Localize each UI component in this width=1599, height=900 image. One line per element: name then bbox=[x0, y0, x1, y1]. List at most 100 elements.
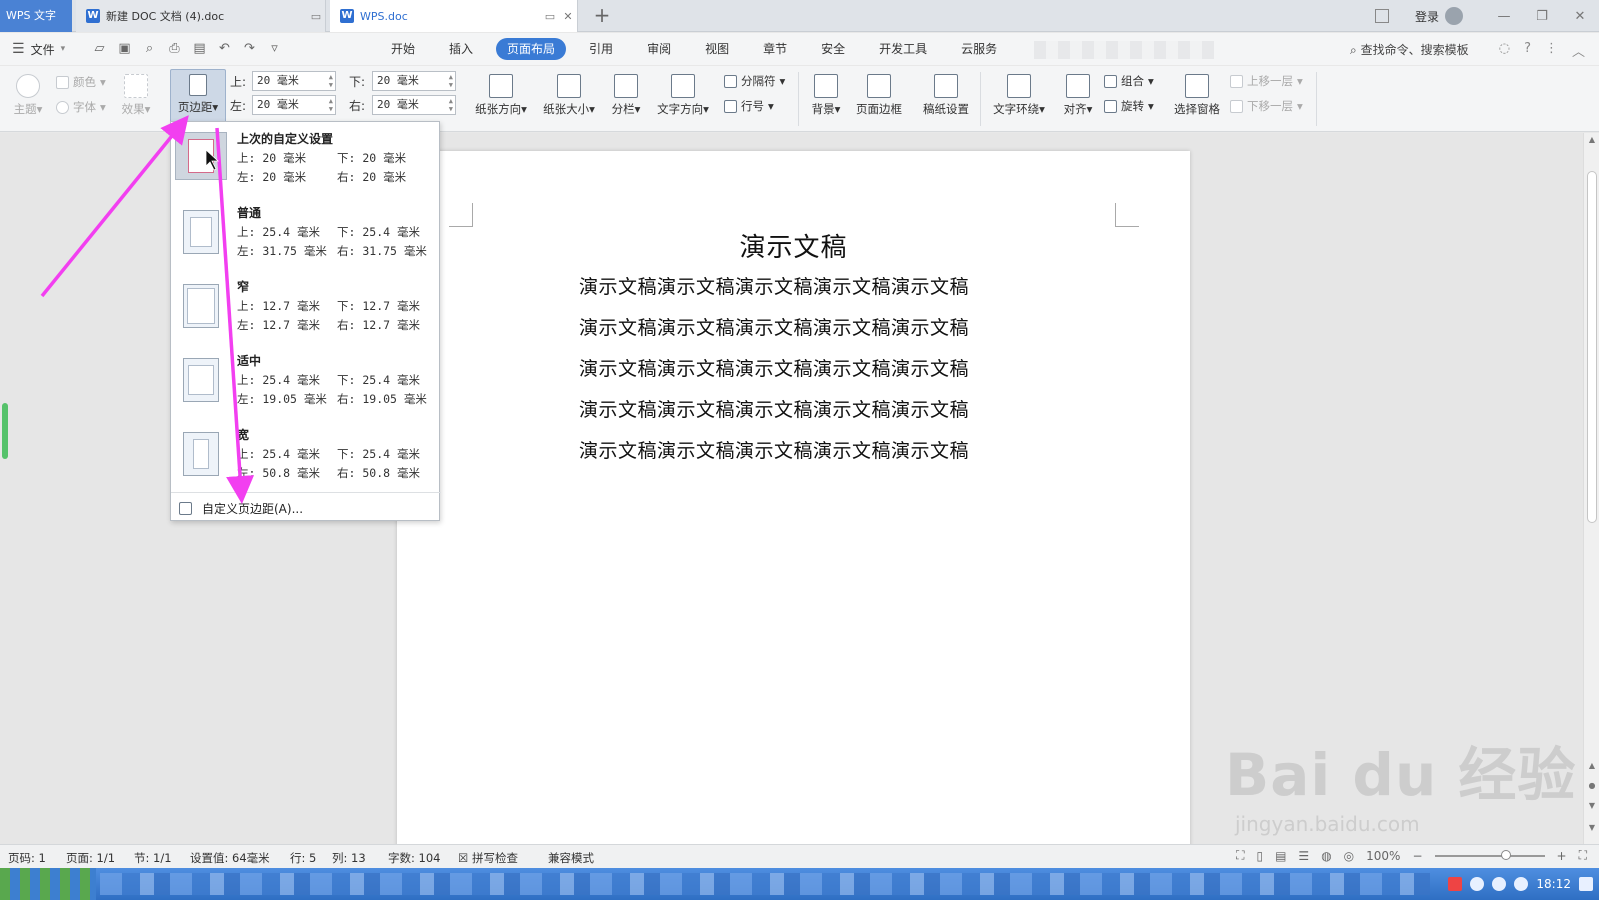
find-icon[interactable]: ⌕ bbox=[142, 41, 157, 56]
margin-preset-moderate[interactable]: 适中 上: 25.4 毫米 下: 25.4 毫米 左: 19.05 毫米 右: … bbox=[171, 344, 441, 418]
theme-button[interactable]: 主题▾ bbox=[10, 74, 46, 117]
background-button[interactable]: 背景▾ bbox=[806, 74, 846, 117]
spinner-icon[interactable]: ▲ ▼ bbox=[449, 73, 453, 89]
tab-insert[interactable]: 插入 bbox=[438, 38, 484, 60]
margin-left-input[interactable]: 20 毫米 ▲ ▼ bbox=[252, 95, 336, 115]
print-icon[interactable]: ⎙ bbox=[167, 41, 182, 56]
clock[interactable]: 18:12 bbox=[1536, 877, 1571, 891]
web-view-icon[interactable]: ◍ bbox=[1321, 849, 1331, 863]
margin-top-input[interactable]: 20 毫米 ▲ ▼ bbox=[252, 71, 336, 91]
print-preview-icon[interactable]: ▤ bbox=[192, 41, 207, 56]
tab-chapter[interactable]: 章节 bbox=[752, 38, 798, 60]
customize-icon[interactable]: ▿ bbox=[267, 41, 282, 56]
qq-icon[interactable] bbox=[1514, 877, 1529, 891]
outline-view-icon[interactable]: ☰ bbox=[1298, 849, 1309, 863]
tab-cloud[interactable]: 云服务 bbox=[950, 38, 1008, 60]
collapse-ribbon-icon[interactable]: ︿ bbox=[1572, 41, 1585, 60]
feedback-icon[interactable]: ◌ bbox=[1499, 41, 1510, 60]
tab-references[interactable]: 引用 bbox=[578, 38, 624, 60]
tab-security[interactable]: 安全 bbox=[810, 38, 856, 60]
taskbar-items[interactable] bbox=[100, 873, 1430, 895]
tab-page-layout[interactable]: 页面布局 bbox=[496, 38, 567, 60]
spinner-icon[interactable]: ▲ ▼ bbox=[329, 73, 333, 89]
status-word-count[interactable]: 字数: 104 bbox=[388, 850, 440, 866]
skin-icon[interactable] bbox=[1374, 9, 1389, 23]
monitor-icon[interactable]: ▭ bbox=[541, 10, 559, 23]
margin-preset-last-custom[interactable]: 上次的自定义设置 上: 20 毫米 下: 20 毫米 左: 20 毫米 右: 2… bbox=[171, 122, 441, 196]
network-icon[interactable] bbox=[1492, 877, 1507, 891]
spinner-icon[interactable]: ▲ ▼ bbox=[329, 97, 333, 113]
text-wrap-button[interactable]: 文字环绕▾ bbox=[988, 74, 1050, 117]
file-menu[interactable]: ☰ 文件 ▾ bbox=[12, 33, 65, 65]
minimize-button[interactable]: — bbox=[1485, 9, 1523, 24]
reading-view-icon[interactable]: ▯ bbox=[1256, 849, 1263, 863]
help-icon[interactable]: ? bbox=[1524, 41, 1531, 60]
margin-preset-narrow[interactable]: 窄 上: 12.7 毫米 下: 12.7 毫米 左: 12.7 毫米 右: 12… bbox=[171, 270, 441, 344]
app-name[interactable]: WPS 文字 bbox=[0, 0, 72, 32]
text-direction-button[interactable]: 文字方向▾ bbox=[652, 74, 714, 117]
tray-arrow-icon[interactable] bbox=[1470, 877, 1485, 891]
scroll-up-icon[interactable]: ▲ bbox=[1584, 761, 1599, 770]
ime-icon[interactable] bbox=[1448, 877, 1463, 891]
send-backward-button[interactable]: 下移一层 ▾ bbox=[1230, 98, 1303, 114]
zoom-out-icon[interactable]: − bbox=[1412, 849, 1422, 863]
tab-review[interactable]: 审阅 bbox=[636, 38, 682, 60]
document-tab-active[interactable]: W WPS.doc ▭ ✕ bbox=[330, 0, 578, 32]
scroll-thumb[interactable] bbox=[1587, 171, 1597, 523]
zoom-slider[interactable] bbox=[1434, 849, 1545, 860]
scroll-circle-icon[interactable]: ● bbox=[1584, 781, 1599, 790]
page-view-icon[interactable]: ▤ bbox=[1275, 849, 1286, 863]
color-button[interactable]: 颜色 ▾ bbox=[56, 74, 106, 90]
effect-button[interactable]: 效果▾ bbox=[118, 74, 154, 117]
save-icon[interactable]: ▣ bbox=[117, 41, 132, 56]
scroll-down-icon[interactable]: ▼ bbox=[1584, 823, 1599, 832]
spell-check-button[interactable]: ☒ 拼写检查 bbox=[458, 850, 518, 866]
bring-forward-button[interactable]: 上移一层 ▾ bbox=[1230, 73, 1303, 89]
tab-home[interactable]: 开始 bbox=[380, 38, 426, 60]
margin-preset-normal[interactable]: 普通 上: 25.4 毫米 下: 25.4 毫米 左: 31.75 毫米 右: … bbox=[171, 196, 441, 270]
new-tab-button[interactable]: + bbox=[590, 4, 614, 28]
margin-bottom-input[interactable]: 20 毫米 ▲ ▼ bbox=[372, 71, 456, 91]
start-button[interactable] bbox=[0, 868, 96, 900]
scroll-down-icon[interactable]: ▼ bbox=[1584, 801, 1599, 810]
rotate-button[interactable]: 旋转 ▾ bbox=[1104, 98, 1154, 114]
breaks-button[interactable]: 分隔符 ▾ bbox=[724, 73, 785, 89]
document-tab-inactive[interactable]: W 新建 DOC 文档 (4).doc ▭ bbox=[76, 0, 326, 32]
login-link[interactable]: 登录 bbox=[1415, 8, 1439, 25]
monitor-icon[interactable]: ▭ bbox=[307, 10, 325, 23]
redo-icon[interactable]: ↷ bbox=[242, 41, 257, 56]
close-window-button[interactable]: ✕ bbox=[1561, 9, 1599, 24]
margins-button[interactable]: 页边距▾ bbox=[170, 69, 226, 126]
group-button[interactable]: 组合 ▾ bbox=[1104, 73, 1154, 89]
status-pages[interactable]: 页面: 1/1 bbox=[66, 850, 115, 866]
line-numbers-button[interactable]: 行号 ▾ bbox=[724, 98, 774, 114]
zoom-level[interactable]: 100% bbox=[1366, 849, 1400, 863]
selection-pane-button[interactable]: 选择窗格 bbox=[1170, 74, 1224, 117]
open-folder-icon[interactable]: ▱ bbox=[92, 41, 107, 56]
side-panel-handle[interactable] bbox=[2, 403, 8, 459]
orientation-button[interactable]: 纸张方向▾ bbox=[470, 74, 532, 117]
more-icon[interactable]: ⋮ bbox=[1545, 41, 1558, 60]
zoom-in-icon[interactable]: + bbox=[1557, 849, 1567, 863]
fullscreen-icon[interactable]: ⛶ bbox=[1236, 848, 1244, 863]
undo-icon[interactable]: ↶ bbox=[217, 41, 232, 56]
columns-button[interactable]: 分栏▾ bbox=[606, 74, 646, 117]
custom-margins-item[interactable]: 自定义页边距(A)... bbox=[179, 500, 303, 517]
draft-paper-button[interactable]: 稿纸设置 bbox=[918, 74, 974, 117]
fit-page-icon[interactable]: ⛶ bbox=[1579, 848, 1587, 863]
document-page[interactable]: 演示文稿 演示文稿演示文稿演示文稿演示文稿演示文稿 演示文稿演示文稿演示文稿演示… bbox=[397, 151, 1190, 851]
margin-preset-wide[interactable]: 宽 上: 25.4 毫米 下: 25.4 毫米 左: 50.8 毫米 右: 50… bbox=[171, 418, 441, 492]
font-button[interactable]: 字体 ▾ bbox=[56, 99, 106, 115]
close-icon[interactable]: ✕ bbox=[559, 10, 577, 23]
align-button[interactable]: 对齐▾ bbox=[1058, 74, 1098, 117]
zoom-slider-knob[interactable] bbox=[1500, 849, 1511, 860]
restore-button[interactable]: ❐ bbox=[1523, 9, 1561, 24]
paper-size-button[interactable]: 纸张大小▾ bbox=[538, 74, 600, 117]
vertical-scrollbar[interactable]: ▲ ▲ ● ▼ ▼ bbox=[1583, 133, 1599, 844]
command-search[interactable]: ⌕ 查找命令、搜索模板 bbox=[1350, 41, 1469, 58]
show-desktop-icon[interactable] bbox=[1579, 877, 1593, 891]
margin-right-input[interactable]: 20 毫米 ▲ ▼ bbox=[372, 95, 456, 115]
tab-view[interactable]: 视图 bbox=[694, 38, 740, 60]
spinner-icon[interactable]: ▲ ▼ bbox=[449, 97, 453, 113]
tab-developer[interactable]: 开发工具 bbox=[868, 38, 938, 60]
